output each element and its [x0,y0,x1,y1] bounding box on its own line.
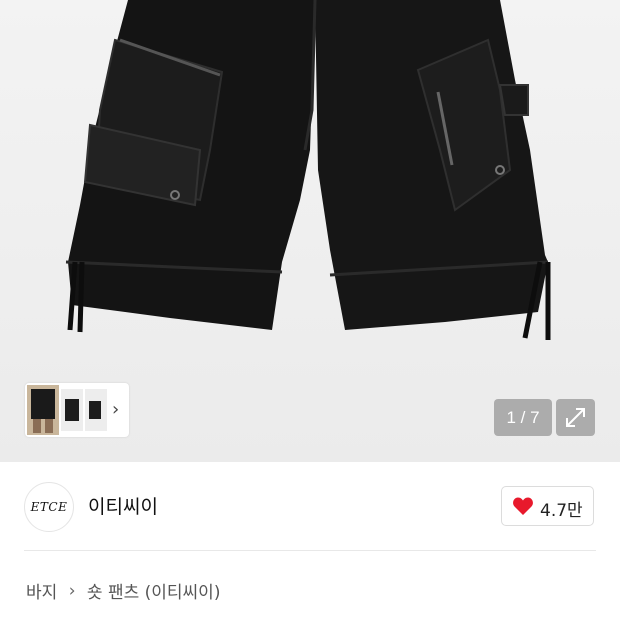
breadcrumb-category[interactable]: 바지 [26,583,57,603]
expand-arrows-icon [566,408,585,427]
brand-name[interactable]: 이티씨이 [88,492,158,519]
image-counter: 1 / 7 [494,399,552,436]
breadcrumb: 바지 › 숏 팬츠 (이티씨이) [26,578,221,604]
heart-icon [513,497,533,515]
product-image-gallery[interactable]: › 1 / 7 [0,0,620,462]
divider [24,550,596,551]
brand-row: ETCE 이티씨이 4.7만 [0,462,620,550]
breadcrumb-subcategory[interactable]: 숏 팬츠 (이티씨이) [87,583,221,603]
chevron-right-icon: › [68,580,76,601]
like-button[interactable]: 4.7만 [501,486,594,526]
like-count: 4.7만 [540,501,583,521]
brand-logo[interactable]: ETCE [24,482,74,532]
expand-button[interactable] [556,399,595,436]
chevron-right-icon[interactable]: › [112,400,119,420]
